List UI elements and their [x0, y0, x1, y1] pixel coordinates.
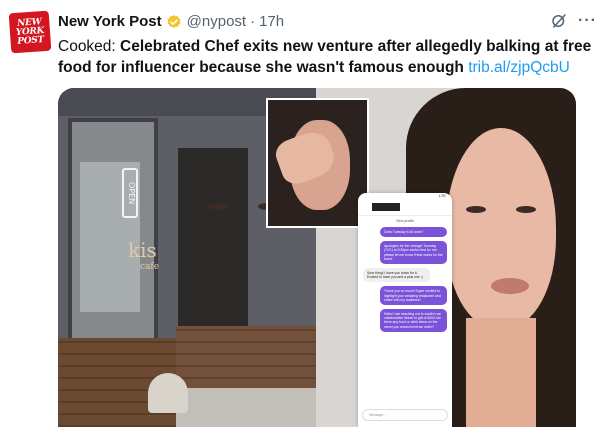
tweet-text: Cooked: Celebrated Chef exits new ventur…: [58, 36, 598, 78]
tweet: NEW YORK POST New York Post @nypost · 17…: [0, 0, 611, 427]
neck: [466, 318, 536, 427]
dm-screenshot: LTE View profile Does Tuesday 6:30 work?…: [358, 193, 452, 427]
sidewalk: [176, 388, 316, 427]
author-name[interactable]: New York Post: [58, 13, 162, 30]
cafe-sign-kis: kis: [128, 238, 157, 262]
dm-bubble: Hello! I am reaching out to confirm we c…: [380, 309, 447, 332]
lips: [491, 278, 529, 294]
tweet-header: New York Post @nypost · 17h: [58, 13, 284, 30]
dm-bubble: Thank you so much! Super excited to high…: [380, 286, 447, 306]
tweet-link[interactable]: trib.al/zjpQcbU: [468, 59, 570, 76]
dm-message-input: Message...: [362, 409, 448, 421]
more-options-icon[interactable]: ···: [578, 12, 597, 30]
dm-bubble: Apologies for the change! Tuesday (7/21)…: [380, 241, 447, 265]
avatar[interactable]: NEW YORK POST: [8, 10, 52, 54]
view-profile-pill: View profile: [395, 219, 415, 223]
face: [446, 128, 556, 328]
timestamp[interactable]: 17h: [259, 13, 284, 30]
open-sign: OPEN: [122, 168, 138, 218]
eye-right: [516, 206, 536, 213]
grok-icon[interactable]: [550, 12, 568, 30]
verified-badge-icon[interactable]: [166, 14, 182, 30]
avatar-line-post: POST: [16, 34, 45, 47]
phone-header: [358, 201, 452, 216]
author-handle[interactable]: @nypost: [187, 13, 246, 30]
top-actions: ···: [550, 12, 597, 30]
tweet-prefix: Cooked:: [58, 38, 116, 55]
window-pillow: [148, 373, 188, 413]
dm-bubble: Does Tuesday 6:30 work?: [380, 227, 447, 238]
phone-status-bar: LTE: [438, 193, 446, 198]
tweet-media[interactable]: OPEN kis cafe LTE View profile Does Tues…: [58, 88, 576, 427]
redacted-username: [372, 203, 400, 211]
eye-left: [466, 206, 486, 213]
left-eye: [208, 203, 228, 210]
dm-bubble: Sure thing! I have you down for 6. Excit…: [363, 268, 430, 283]
cafe-sign-cafe: cafe: [140, 262, 160, 272]
selfie-inset: [266, 98, 369, 228]
separator-dot: ·: [250, 13, 256, 30]
